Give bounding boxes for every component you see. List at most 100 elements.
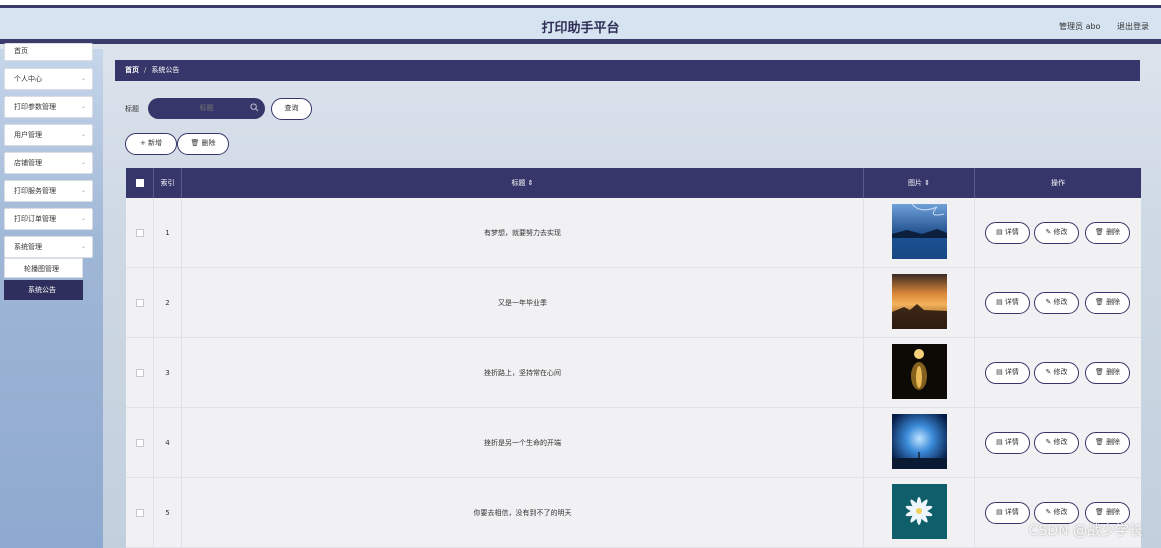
row-image-cell <box>864 338 975 408</box>
delete-label: 删除 <box>1106 508 1121 516</box>
detail-icon: ▤ <box>996 508 1003 516</box>
row-title: 你要去相信，没有到不了的明天 <box>182 478 864 548</box>
delete-button[interactable]: 🗑 删除 <box>1085 292 1130 314</box>
delete-label: 删除 <box>1106 298 1121 306</box>
sidebar-item-label: 首页 <box>14 47 28 55</box>
sidebar-item-system[interactable]: 系统管理 ⌄ <box>4 236 93 258</box>
submenu-item-carousel[interactable]: 轮播图管理 <box>4 258 83 278</box>
table-header: 索引 标题 ⇕ 图片 ⇕ 操作 <box>126 168 1141 198</box>
edit-button[interactable]: ✎ 修改 <box>1034 432 1079 454</box>
row-title: 又是一年毕业季 <box>182 268 864 338</box>
row-title: 挫折是另一个生命的开端 <box>182 408 864 478</box>
sidebar-item-print-orders[interactable]: 打印订单管理 ⌄ <box>4 208 93 230</box>
breadcrumb-home[interactable]: 首页 <box>125 66 139 74</box>
row-index: 5 <box>154 478 182 548</box>
detail-button[interactable]: ▤ 详情 <box>985 432 1030 454</box>
table-row: 5 你要去相信，没有到不了的明天 ▤ 详情 ✎ 修改 🗑 删除 <box>126 478 1141 548</box>
column-index: 索引 <box>154 168 182 198</box>
row-image-cell <box>864 268 975 338</box>
detail-icon: ▤ <box>996 438 1003 446</box>
detail-label: 详情 <box>1004 368 1019 376</box>
thumbnail-image[interactable] <box>892 274 947 329</box>
delete-button[interactable]: 🗑 删除 <box>1085 362 1130 384</box>
current-user-label: 管理员 abo <box>1059 22 1101 31</box>
detail-icon: ▤ <box>996 298 1003 306</box>
column-title[interactable]: 标题 ⇕ <box>182 168 864 198</box>
thumbnail-image[interactable] <box>892 204 947 259</box>
trash-icon: 🗑 <box>1094 228 1104 236</box>
edit-label: 修改 <box>1053 228 1068 236</box>
sidebar-item-print-params[interactable]: 打印参数管理 ⌄ <box>4 96 93 118</box>
detail-icon: ▤ <box>996 368 1003 376</box>
detail-label: 详情 <box>1004 508 1019 516</box>
column-actions: 操作 <box>1051 179 1065 187</box>
sidebar-item-print-services[interactable]: 打印服务管理 ⌄ <box>4 180 93 202</box>
row-checkbox[interactable] <box>126 478 154 548</box>
edit-button[interactable]: ✎ 修改 <box>1034 222 1079 244</box>
row-actions: ▤ 详情 ✎ 修改 🗑 删除 <box>975 338 1141 408</box>
detail-label: 详情 <box>1004 228 1019 236</box>
detail-button[interactable]: ▤ 详情 <box>985 292 1030 314</box>
sidebar-item-profile[interactable]: 个人中心 ⌄ <box>4 68 93 90</box>
edit-icon: ✎ <box>1045 438 1052 446</box>
sidebar-item-label: 个人中心 <box>14 75 42 83</box>
trash-icon: 🗑 <box>1094 438 1104 446</box>
header-user-area: 管理员 abo 退出登录 <box>1045 21 1149 32</box>
chevron-down-icon: ⌄ <box>80 187 86 194</box>
breadcrumb-current: 系统公告 <box>151 66 180 74</box>
detail-icon: ▤ <box>996 228 1003 236</box>
submenu-item-label: 轮播图管理 <box>24 265 59 273</box>
row-actions: ▤ 详情 ✎ 修改 🗑 删除 <box>975 198 1141 268</box>
chevron-down-icon: ⌄ <box>80 159 86 166</box>
row-actions: ▤ 详情 ✎ 修改 🗑 删除 <box>975 268 1141 338</box>
detail-button[interactable]: ▤ 详情 <box>985 222 1030 244</box>
chevron-down-icon: ⌄ <box>80 243 86 250</box>
row-checkbox[interactable] <box>126 408 154 478</box>
delete-button[interactable]: 🗑 删除 <box>1085 222 1130 244</box>
thumbnail-image[interactable] <box>892 414 947 469</box>
row-image-cell <box>864 478 975 548</box>
detail-button[interactable]: ▤ 详情 <box>985 502 1030 524</box>
edit-label: 修改 <box>1053 368 1068 376</box>
detail-button[interactable]: ▤ 详情 <box>985 362 1030 384</box>
watermark: CSDN @战少学长 <box>1028 523 1143 539</box>
row-index: 3 <box>154 338 182 408</box>
row-title: 有梦想，就要努力去实现 <box>182 198 864 268</box>
submenu-item-label: 系统公告 <box>28 286 56 294</box>
submenu-item-announcements[interactable]: 系统公告 <box>4 280 83 300</box>
sidebar-item-shops[interactable]: 店铺管理 ⌄ <box>4 152 93 174</box>
chevron-down-icon: ⌄ <box>80 103 86 110</box>
edit-button[interactable]: ✎ 修改 <box>1034 362 1079 384</box>
announcement-table: 索引 标题 ⇕ 图片 ⇕ 操作 1 有梦想，就要努力去实现 ▤ 详情 ✎ 修改 … <box>126 168 1141 548</box>
table-row: 2 又是一年毕业季 ▤ 详情 ✎ 修改 🗑 删除 <box>126 268 1141 338</box>
edit-icon: ✎ <box>1045 298 1052 306</box>
table-row: 4 挫折是另一个生命的开端 ▤ 详情 ✎ 修改 🗑 删除 <box>126 408 1141 478</box>
add-button[interactable]: + 新增 <box>125 133 177 155</box>
sidebar: 首页 个人中心 ⌄ 打印参数管理 ⌄ 用户管理 ⌄ 店铺管理 ⌄ 打印服务管理 ⌄ 打印订… <box>0 43 103 548</box>
sidebar-item-home[interactable]: 首页 <box>4 43 93 61</box>
row-checkbox[interactable] <box>126 338 154 408</box>
app-header: 打印助手平台 管理员 abo 退出登录 <box>0 8 1161 44</box>
search-icon <box>250 103 259 112</box>
row-checkbox[interactable] <box>126 268 154 338</box>
row-checkbox[interactable] <box>126 198 154 268</box>
logout-link[interactable]: 退出登录 <box>1117 22 1149 31</box>
thumbnail-image[interactable] <box>892 344 947 399</box>
edit-icon: ✎ <box>1045 508 1052 516</box>
chevron-down-icon: ⌄ <box>80 131 86 138</box>
batch-delete-button[interactable]: 🗑 删除 <box>177 133 229 155</box>
row-index: 2 <box>154 268 182 338</box>
chevron-down-icon: ⌄ <box>80 75 86 82</box>
edit-label: 修改 <box>1053 438 1068 446</box>
column-image[interactable]: 图片 ⇕ <box>864 168 975 198</box>
select-all-checkbox[interactable] <box>126 168 154 198</box>
search-button[interactable]: 查询 <box>271 98 312 120</box>
thumbnail-image[interactable] <box>892 484 947 539</box>
sidebar-item-users[interactable]: 用户管理 ⌄ <box>4 124 93 146</box>
edit-button[interactable]: ✎ 修改 <box>1034 292 1079 314</box>
search-input[interactable] <box>148 98 265 119</box>
delete-button[interactable]: 🗑 删除 <box>1085 432 1130 454</box>
delete-label: 删除 <box>1106 438 1121 446</box>
search-label: 标题 <box>125 105 139 113</box>
table-row: 3 挫折路上，坚持常在心间 ▤ 详情 ✎ 修改 🗑 删除 <box>126 338 1141 408</box>
